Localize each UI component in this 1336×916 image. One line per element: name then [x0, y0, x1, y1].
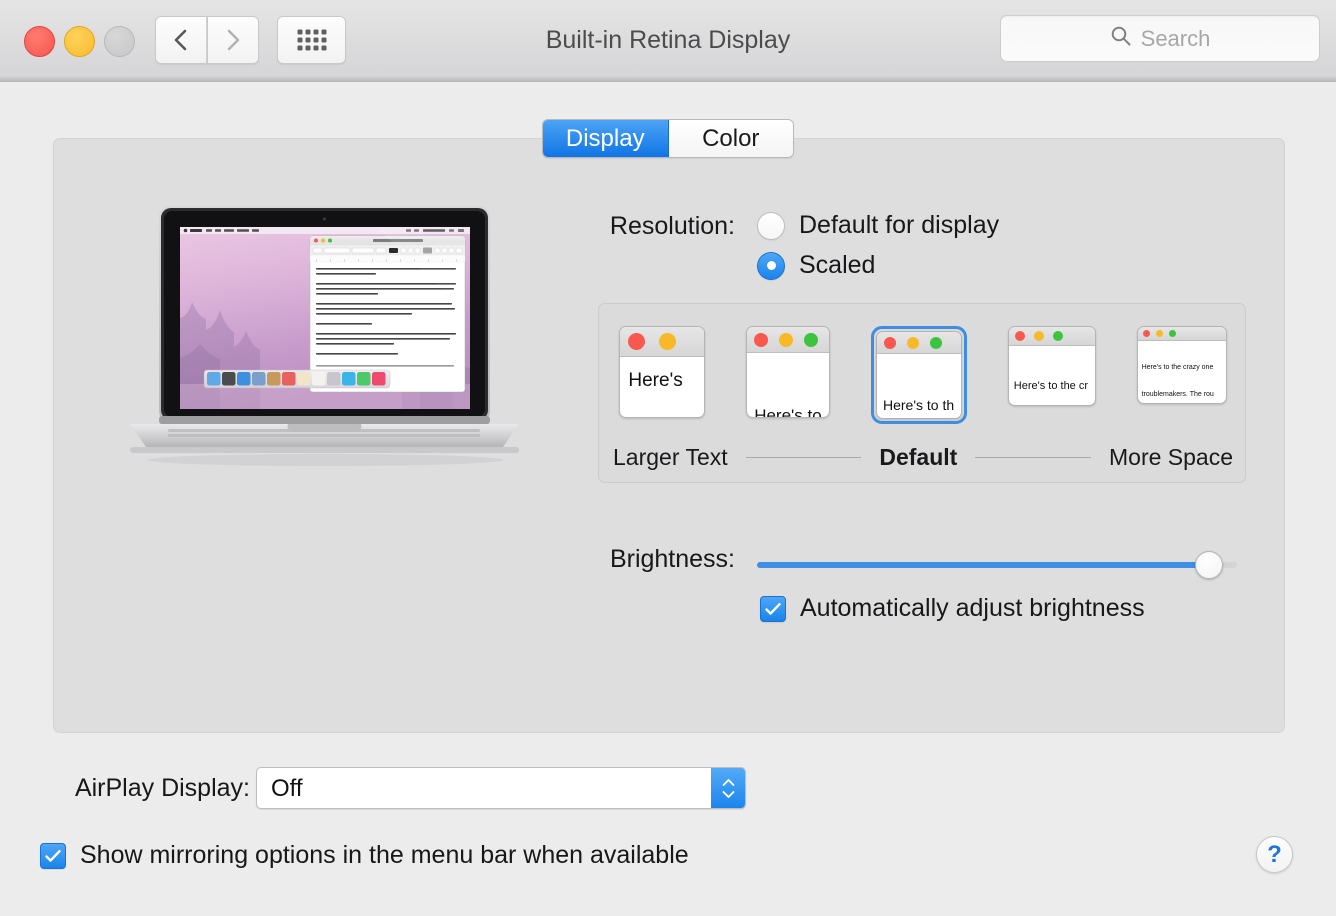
scale-axis-line-right: [975, 457, 1091, 458]
auto-brightness-label: Automatically adjust brightness: [800, 594, 1145, 623]
resolution-option-more-space[interactable]: Here's to the crazy one troublemakers. T…: [1137, 326, 1227, 404]
slider-fill: [757, 562, 1209, 568]
airplay-display-label: AirPlay Display:: [20, 774, 250, 803]
scale-axis-labels: Larger Text Default More Space: [599, 442, 1247, 472]
radio-scaled[interactable]: Scaled: [757, 251, 875, 280]
resolution-option-default[interactable]: Here's to th troublemak ones who s: [871, 326, 967, 424]
thumbnail-text-line: Here's to the cr: [1014, 379, 1094, 393]
stepper-up-down-icon[interactable]: [711, 768, 745, 808]
thumbnail-text-line: Here's to th: [883, 396, 960, 414]
help-question-icon: ?: [1267, 843, 1282, 867]
auto-brightness-checkbox-row[interactable]: Automatically adjust brightness: [760, 594, 1145, 623]
search-icon: [1110, 25, 1132, 52]
scaled-resolution-group: Here's Here's to troublem: [598, 303, 1246, 483]
scale-label-left: Larger Text: [613, 444, 728, 471]
display-color-tabs[interactable]: Display Color: [542, 119, 794, 158]
display-preferences-window: Built-in Retina Display Search Display C…: [0, 0, 1336, 916]
help-button[interactable]: ?: [1256, 836, 1293, 873]
radio-default-label: Default for display: [799, 211, 999, 240]
thumbnail-text-line: Here's to the crazy one: [1142, 363, 1225, 372]
scale-axis-line-left: [746, 457, 862, 458]
resolution-option-2[interactable]: Here's to troublem: [746, 326, 830, 418]
radio-default-for-display[interactable]: Default for display: [757, 211, 999, 240]
search-placeholder: Search: [1141, 26, 1211, 52]
tab-color[interactable]: Color: [669, 120, 794, 157]
window-titlebar: Built-in Retina Display Search: [0, 0, 1336, 82]
resolution-option-larger-text[interactable]: Here's: [619, 326, 705, 418]
radio-off-icon[interactable]: [757, 212, 785, 240]
resolution-thumbnail-list: Here's Here's to troublem: [599, 326, 1247, 436]
airplay-display-popup-button[interactable]: Off: [256, 767, 746, 809]
slider-knob[interactable]: [1195, 551, 1223, 579]
scale-label-center: Default: [879, 444, 957, 471]
search-field[interactable]: Search: [1000, 15, 1320, 62]
checkbox-checked-icon[interactable]: [760, 596, 786, 622]
tab-display[interactable]: Display: [543, 120, 669, 157]
thumbnail-text-line: Here's to: [754, 405, 827, 418]
mirroring-checkbox-row[interactable]: Show mirroring options in the menu bar w…: [40, 841, 689, 870]
thumbnail-text-line: troublemakers. The rou: [1142, 390, 1225, 399]
checkbox-checked-icon[interactable]: [40, 843, 66, 869]
radio-scaled-label: Scaled: [799, 251, 875, 280]
brightness-slider[interactable]: [757, 551, 1237, 579]
mirroring-label: Show mirroring options in the menu bar w…: [80, 841, 689, 870]
resolution-label: Resolution:: [470, 212, 735, 241]
brightness-label: Brightness:: [470, 545, 735, 574]
radio-on-icon[interactable]: [757, 252, 785, 280]
airplay-display-value: Off: [271, 768, 303, 810]
resolution-option-4[interactable]: Here's to the cr troublemakers. ones who…: [1008, 326, 1096, 406]
thumbnail-text: Here's: [620, 357, 704, 393]
scale-label-right: More Space: [1109, 444, 1233, 471]
